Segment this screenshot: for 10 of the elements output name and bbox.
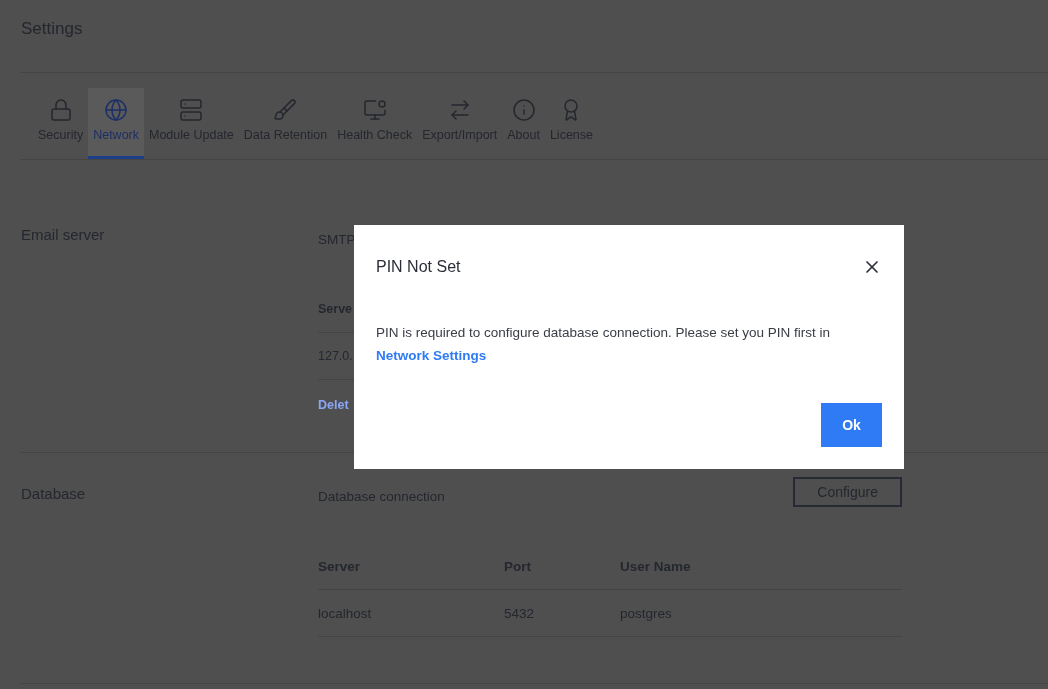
dialog-title: PIN Not Set: [376, 258, 461, 276]
delete-link[interactable]: Delet: [318, 398, 349, 412]
brush-icon: [273, 98, 298, 122]
dialog-message: PIN is required to configure database connection. Please set you PIN first in Network Settings: [376, 324, 831, 365]
network-settings-link[interactable]: Network Settings: [376, 348, 487, 363]
globe-icon: [104, 98, 129, 122]
settings-tab[interactable]: Network: [88, 88, 144, 159]
info-icon: [511, 98, 536, 122]
ok-button[interactable]: Ok: [821, 403, 882, 447]
lock-icon: [48, 98, 73, 122]
